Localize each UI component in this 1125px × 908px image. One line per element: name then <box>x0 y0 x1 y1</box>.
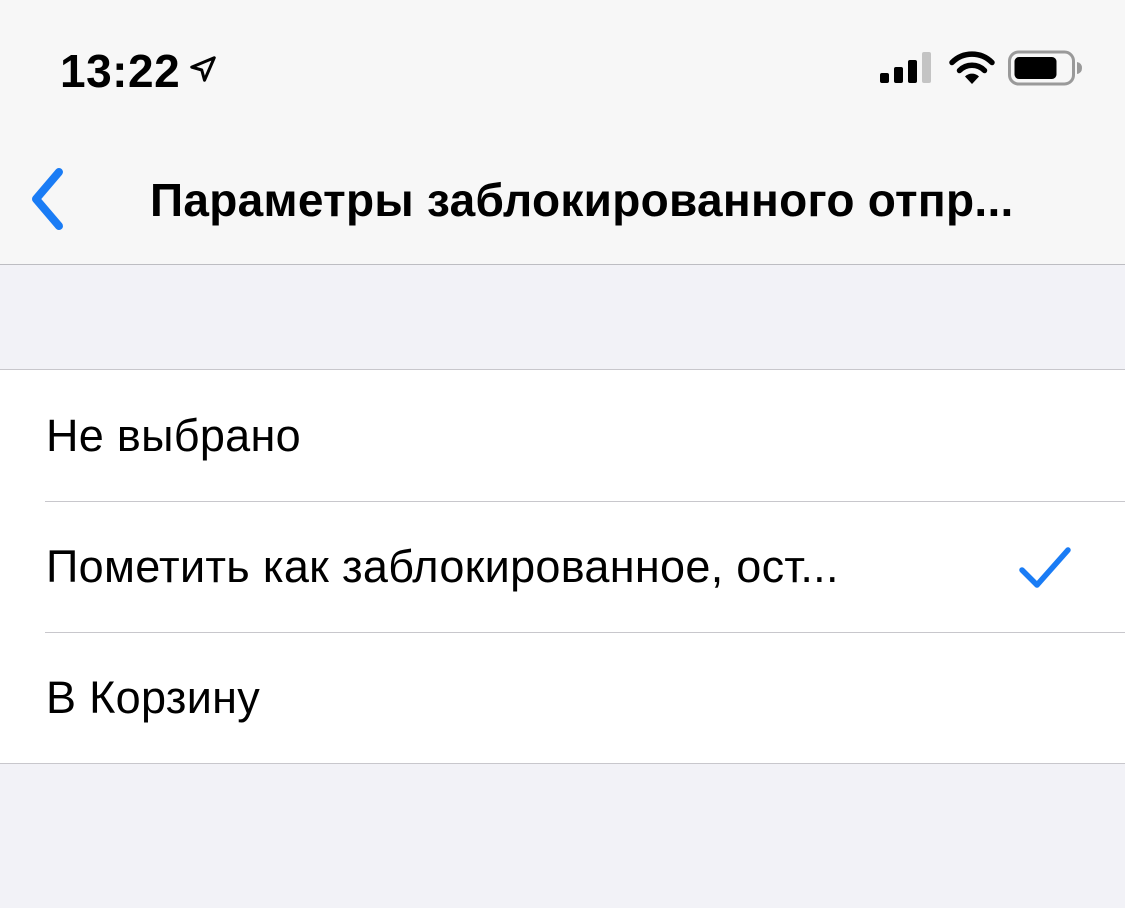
list-item-label: В Корзину <box>46 672 261 723</box>
wifi-icon <box>949 51 995 84</box>
checkmark-icon <box>1019 547 1071 588</box>
navigation-bar: Параметры заблокированного отпр... <box>0 132 1125 265</box>
list-item-label: Пометить как заблокированное, ост... <box>46 541 839 592</box>
battery-icon <box>1008 50 1082 86</box>
status-bar: 13:22 <box>0 0 1125 132</box>
list-item-mark-as-blocked[interactable]: Пометить как заблокированное, ост... <box>0 501 1125 632</box>
list-item-label: Не выбрано <box>46 410 301 461</box>
options-list: Не выбрано Пометить как заблокированное,… <box>0 369 1125 764</box>
page-title: Параметры заблокированного отпр... <box>150 174 1014 226</box>
status-time: 13:22 <box>60 45 181 97</box>
chevron-left-icon <box>32 168 63 230</box>
back-button[interactable] <box>14 160 84 240</box>
cellular-signal-icon <box>880 52 931 83</box>
list-item-move-to-trash[interactable]: В Корзину <box>0 632 1125 763</box>
location-arrow-icon <box>190 56 216 82</box>
list-item-none[interactable]: Не выбрано <box>0 370 1125 501</box>
